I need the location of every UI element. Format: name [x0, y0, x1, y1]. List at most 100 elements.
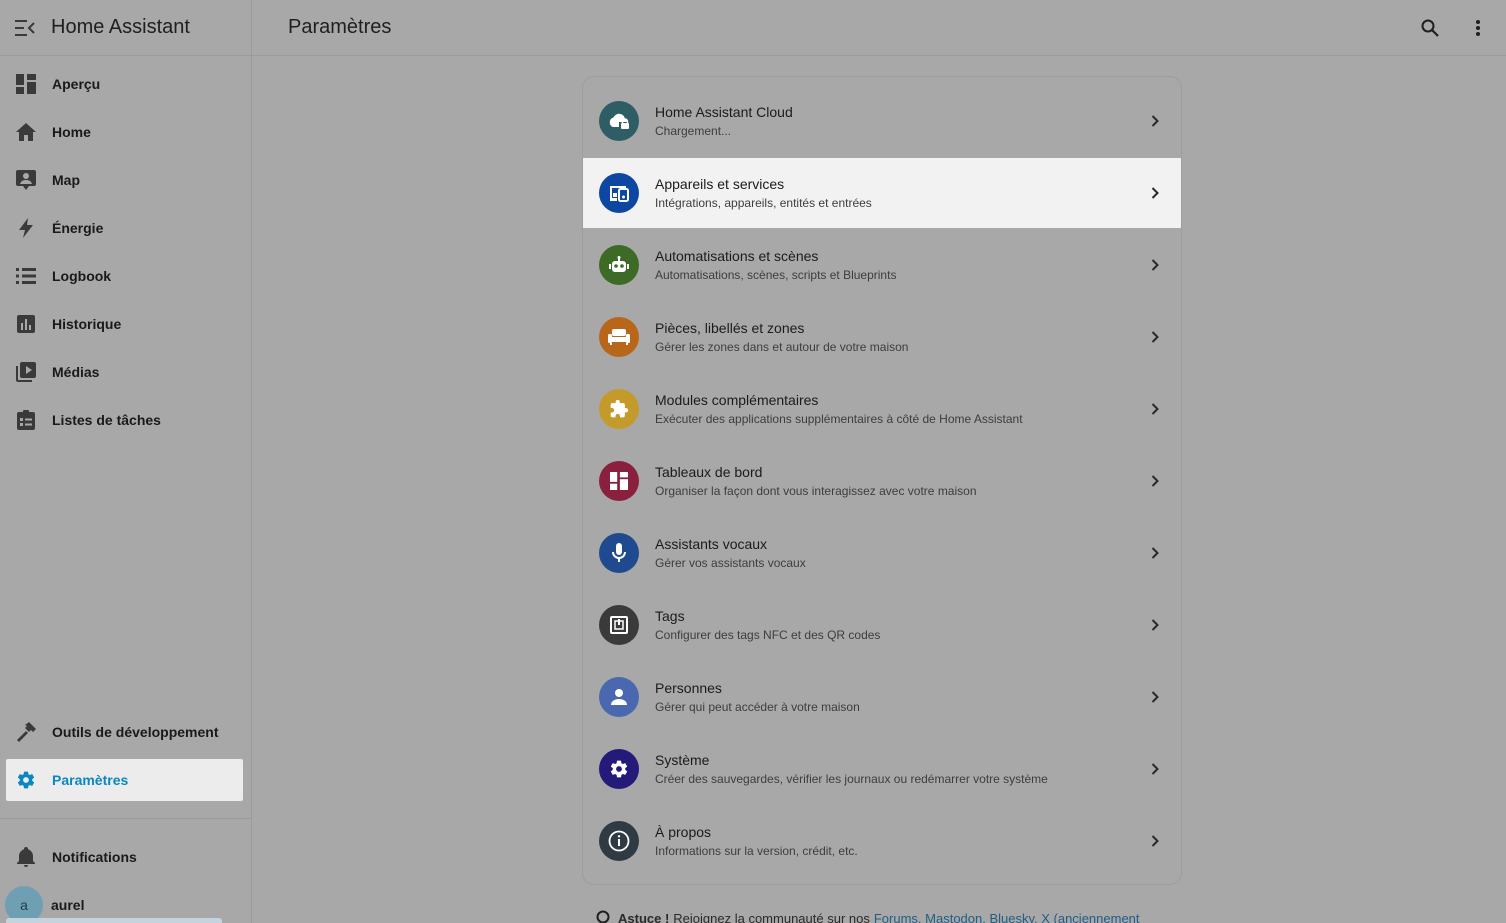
row-subtitle: Gérer vos assistants vocaux — [655, 556, 806, 570]
sidebar: Home Assistant Aperçu Home Map Énergie L… — [0, 0, 252, 923]
row-text: Home Assistant Cloud Chargement... — [655, 104, 1143, 138]
sidebar-item-label: Home — [52, 124, 91, 140]
sidebar-item-logbook[interactable]: Logbook — [6, 255, 243, 297]
row-subtitle: Informations sur la version, crédit, etc… — [655, 844, 858, 858]
menu-toggle-icon[interactable] — [14, 17, 36, 39]
row-subtitle: Exécuter des applications supplémentaire… — [655, 412, 1023, 426]
chevron-right-icon — [1143, 829, 1167, 853]
sidebar-item-parametres[interactable]: Paramètres — [6, 759, 243, 801]
tip-bar: Astuce ! Rejoignez la communauté sur nos… — [596, 910, 1176, 923]
settings-row-systeme[interactable]: Système Créer des sauvegardes, vérifier … — [583, 734, 1181, 804]
chevron-right-icon — [1143, 109, 1167, 133]
nfc-icon — [599, 605, 639, 645]
sidebar-item-historique[interactable]: Historique — [6, 303, 243, 345]
row-text: Modules complémentaires Exécuter des app… — [655, 392, 1143, 426]
sidebar-item-energie[interactable]: Énergie — [6, 207, 243, 249]
row-title: À propos — [655, 824, 712, 840]
row-text: Tags Configurer des tags NFC et des QR c… — [655, 608, 1143, 642]
more-vert-icon[interactable] — [1464, 14, 1492, 42]
sidebar-item-medias[interactable]: Médias — [6, 351, 243, 393]
chevron-right-icon — [1143, 397, 1167, 421]
sidebar-item-label: Médias — [52, 364, 100, 380]
clipboard-icon — [14, 408, 38, 432]
row-subtitle: Intégrations, appareils, entités et entr… — [655, 196, 872, 210]
sidebar-header: Home Assistant — [0, 0, 251, 56]
row-subtitle: Chargement... — [655, 124, 732, 138]
row-text: Automatisations et scènes Automatisation… — [655, 248, 1143, 282]
tip-label: Astuce ! — [618, 911, 670, 923]
sidebar-item-notifications[interactable]: Notifications — [6, 836, 243, 878]
chevron-right-icon — [1143, 541, 1167, 565]
cloud-lock-icon — [599, 101, 639, 141]
row-title: Appareils et services — [655, 176, 785, 192]
chart-icon — [14, 312, 38, 336]
row-subtitle: Organiser la façon dont vous interagisse… — [655, 484, 977, 498]
sidebar-item-label: Listes de tâches — [52, 412, 161, 428]
sidebar-item-home[interactable]: Home — [6, 111, 243, 153]
row-title: Automatisations et scènes — [655, 248, 819, 264]
info-icon — [599, 821, 639, 861]
dashboard-icon — [599, 461, 639, 501]
sidebar-divider — [0, 818, 251, 819]
settings-row-appareils-et-services[interactable]: Appareils et services Intégrations, appa… — [583, 158, 1181, 228]
home-icon — [14, 120, 38, 144]
row-title: Home Assistant Cloud — [655, 104, 793, 120]
sofa-icon — [599, 317, 639, 357]
user-name: aurel — [51, 897, 85, 913]
settings-row-tableaux[interactable]: Tableaux de bord Organiser la façon dont… — [583, 446, 1181, 516]
sidebar-item-label: Map — [52, 172, 80, 188]
settings-row-modules[interactable]: Modules complémentaires Exécuter des app… — [583, 374, 1181, 444]
gear-icon — [599, 749, 639, 789]
robot-icon — [599, 245, 639, 285]
main-header: Paramètres — [252, 0, 1506, 56]
microphone-icon — [599, 533, 639, 573]
sidebar-item-label: Énergie — [52, 220, 104, 236]
map-icon — [14, 168, 38, 192]
search-icon[interactable] — [1416, 14, 1444, 42]
gear-icon — [14, 768, 38, 792]
row-text: Appareils et services Intégrations, appa… — [655, 176, 1143, 210]
lightbulb-icon — [596, 910, 610, 923]
sidebar-item-label: Aperçu — [52, 76, 101, 92]
chevron-right-icon — [1143, 469, 1167, 493]
page-title: Paramètres — [288, 16, 392, 38]
devices-icon — [599, 173, 639, 213]
settings-row-a-propos[interactable]: À propos Informations sur la version, cr… — [583, 806, 1181, 876]
row-subtitle: Gérer les zones dans et autour de votre … — [655, 340, 909, 354]
header-actions — [1416, 14, 1492, 42]
chevron-right-icon — [1143, 685, 1167, 709]
chevron-right-icon — [1143, 325, 1167, 349]
tip-links[interactable]: Forums, Mastodon, Bluesky, X (ancienneme… — [874, 911, 1140, 923]
lightning-icon — [14, 216, 38, 240]
settings-row-tags[interactable]: Tags Configurer des tags NFC et des QR c… — [583, 590, 1181, 660]
sidebar-scrollbar[interactable] — [6, 918, 222, 923]
settings-row-assistants-vocaux[interactable]: Assistants vocaux Gérer vos assistants v… — [583, 518, 1181, 588]
sidebar-item-label: Notifications — [52, 849, 137, 865]
row-subtitle: Gérer qui peut accéder à votre maison — [655, 700, 860, 714]
person-icon — [599, 677, 639, 717]
sidebar-item-map[interactable]: Map — [6, 159, 243, 201]
sidebar-item-label: Historique — [52, 316, 122, 332]
row-title: Tableaux de bord — [655, 464, 763, 480]
row-text: Assistants vocaux Gérer vos assistants v… — [655, 536, 1143, 570]
bell-icon — [14, 845, 38, 869]
row-subtitle: Automatisations, scènes, scripts et Blue… — [655, 268, 897, 282]
settings-row-pieces[interactable]: Pièces, libellés et zones Gérer les zone… — [583, 302, 1181, 372]
settings-row-cloud[interactable]: Home Assistant Cloud Chargement... — [583, 86, 1181, 156]
row-title: Modules complémentaires — [655, 392, 819, 408]
sidebar-item-listes-de-taches[interactable]: Listes de tâches — [6, 399, 243, 441]
tip-text: Rejoignez la communauté sur nos — [673, 911, 870, 923]
app-title: Home Assistant — [51, 16, 190, 38]
settings-card: Home Assistant Cloud Chargement... Appar… — [582, 76, 1182, 885]
list-icon — [14, 264, 38, 288]
sidebar-item-outils-de-developpement[interactable]: Outils de développement — [6, 711, 243, 753]
sidebar-item-label: Logbook — [52, 268, 112, 284]
dashboard-icon — [14, 72, 38, 96]
settings-row-automatisations[interactable]: Automatisations et scènes Automatisation… — [583, 230, 1181, 300]
row-title: Personnes — [655, 680, 722, 696]
row-text: Système Créer des sauvegardes, vérifier … — [655, 752, 1143, 786]
chevron-right-icon — [1143, 757, 1167, 781]
settings-row-personnes[interactable]: Personnes Gérer qui peut accéder à votre… — [583, 662, 1181, 732]
hammer-icon — [14, 720, 38, 744]
sidebar-item-apercu[interactable]: Aperçu — [6, 63, 243, 105]
